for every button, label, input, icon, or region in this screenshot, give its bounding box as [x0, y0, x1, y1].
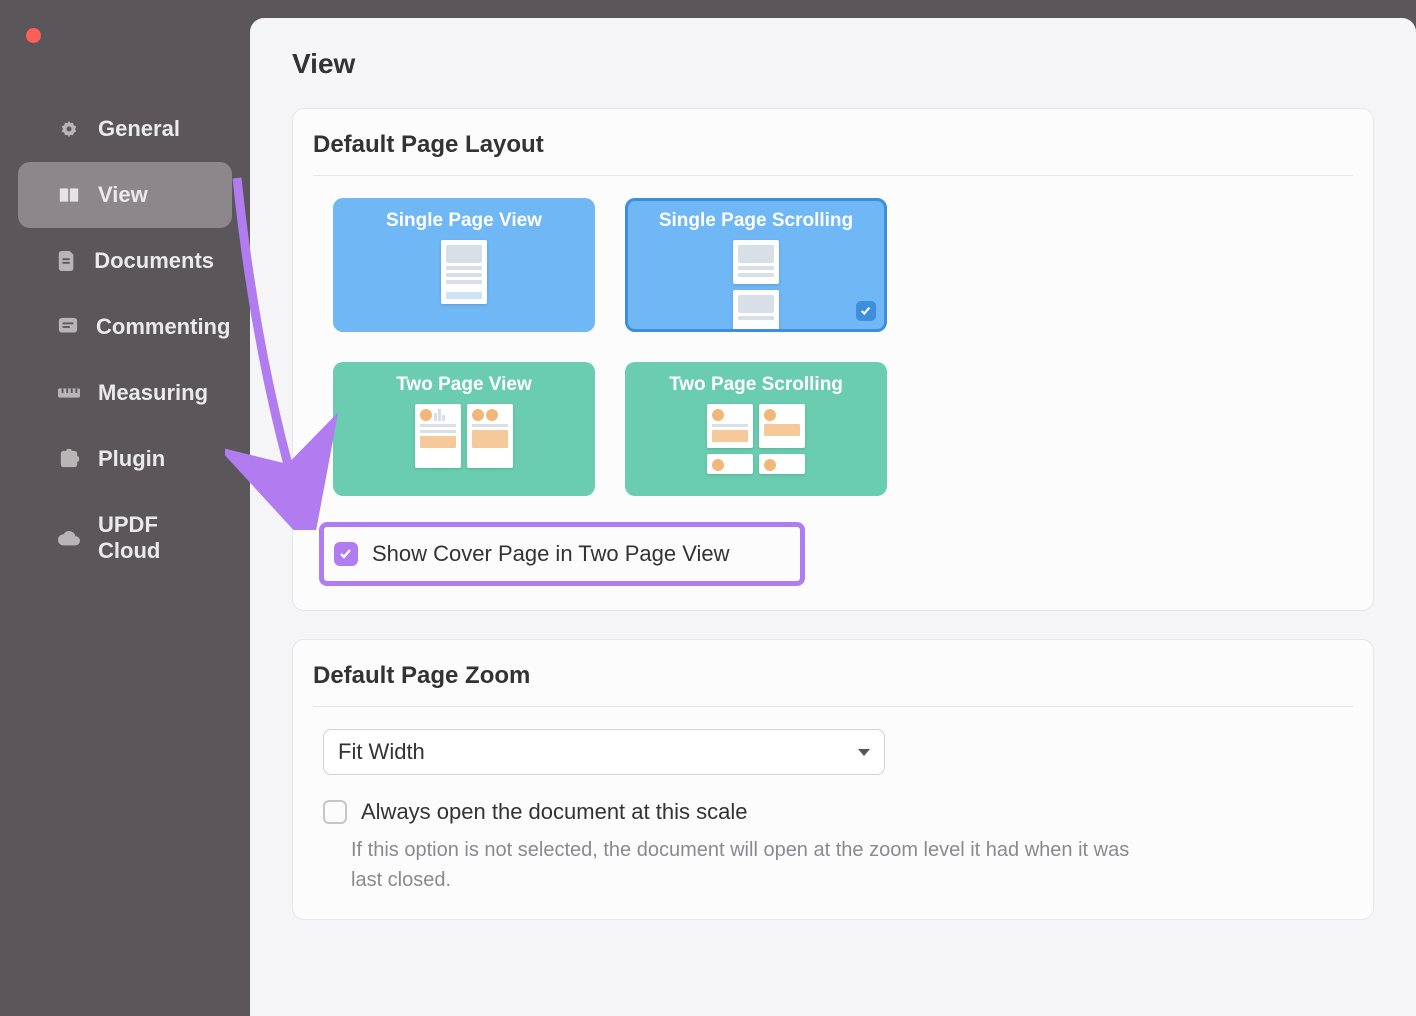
gear-icon [58, 118, 80, 140]
layout-option-label: Two Page View [396, 374, 532, 396]
sidebar-item-label: Documents [94, 248, 214, 274]
selected-check-icon [856, 301, 876, 321]
page-title: View [292, 48, 1374, 80]
preferences-sidebar: General View Documents Commenting Measur… [0, 0, 250, 1016]
layout-options-grid: Single Page View Single Page Scrolling [333, 198, 1353, 496]
layout-option-two-page-scrolling[interactable]: Two Page Scrolling [625, 362, 887, 496]
layout-option-single-page-view[interactable]: Single Page View [333, 198, 595, 332]
layout-option-label: Single Page View [386, 210, 542, 232]
sidebar-item-label: Commenting [96, 314, 230, 340]
layout-preview-icon [733, 240, 779, 332]
layout-option-label: Two Page Scrolling [669, 374, 843, 396]
ruler-icon [58, 382, 80, 404]
cloud-icon [58, 527, 80, 549]
default-zoom-select[interactable]: Fit Width [323, 729, 885, 775]
layout-option-two-page-view[interactable]: Two Page View [333, 362, 595, 496]
layout-preview-icon [707, 404, 805, 496]
show-cover-page-checkbox[interactable] [334, 542, 358, 566]
chevron-down-icon [858, 749, 870, 756]
document-icon [58, 250, 76, 272]
book-open-icon [58, 184, 80, 206]
sidebar-item-label: View [98, 182, 148, 208]
sidebar-item-label: General [98, 116, 180, 142]
sidebar-item-commenting[interactable]: Commenting [18, 294, 232, 360]
always-open-scale-label: Always open the document at this scale [361, 799, 747, 825]
sidebar-item-view[interactable]: View [18, 162, 232, 228]
show-cover-page-option: Show Cover Page in Two Page View [319, 522, 805, 586]
show-cover-page-label: Show Cover Page in Two Page View [372, 541, 730, 567]
layout-option-single-page-scrolling[interactable]: Single Page Scrolling [625, 198, 887, 332]
layout-preview-icon [415, 404, 513, 496]
sidebar-item-label: UPDF Cloud [98, 512, 214, 564]
sidebar-item-plugin[interactable]: Plugin [18, 426, 232, 492]
always-open-scale-option: Always open the document at this scale [323, 799, 1353, 825]
section-heading: Default Page Layout [313, 131, 1353, 176]
sidebar-item-documents[interactable]: Documents [18, 228, 232, 294]
puzzle-icon [58, 448, 80, 470]
sidebar-item-label: Measuring [98, 380, 208, 406]
sidebar-item-updf-cloud[interactable]: UPDF Cloud [18, 492, 232, 584]
close-window-button[interactable] [26, 28, 41, 43]
section-heading: Default Page Zoom [313, 662, 1353, 707]
layout-option-label: Single Page Scrolling [659, 210, 853, 232]
default-zoom-value: Fit Width [338, 739, 425, 765]
layout-preview-icon [441, 240, 487, 332]
comment-icon [58, 316, 78, 338]
sidebar-item-measuring[interactable]: Measuring [18, 360, 232, 426]
always-open-scale-hint: If this option is not selected, the docu… [351, 835, 1141, 895]
preferences-content: View Default Page Layout Single Page Vie… [250, 18, 1416, 1016]
sidebar-item-label: Plugin [98, 446, 165, 472]
default-page-zoom-section: Default Page Zoom Fit Width Always open … [292, 639, 1374, 920]
always-open-scale-checkbox[interactable] [323, 800, 347, 824]
default-page-layout-section: Default Page Layout Single Page View Sin… [292, 108, 1374, 611]
sidebar-item-general[interactable]: General [18, 96, 232, 162]
